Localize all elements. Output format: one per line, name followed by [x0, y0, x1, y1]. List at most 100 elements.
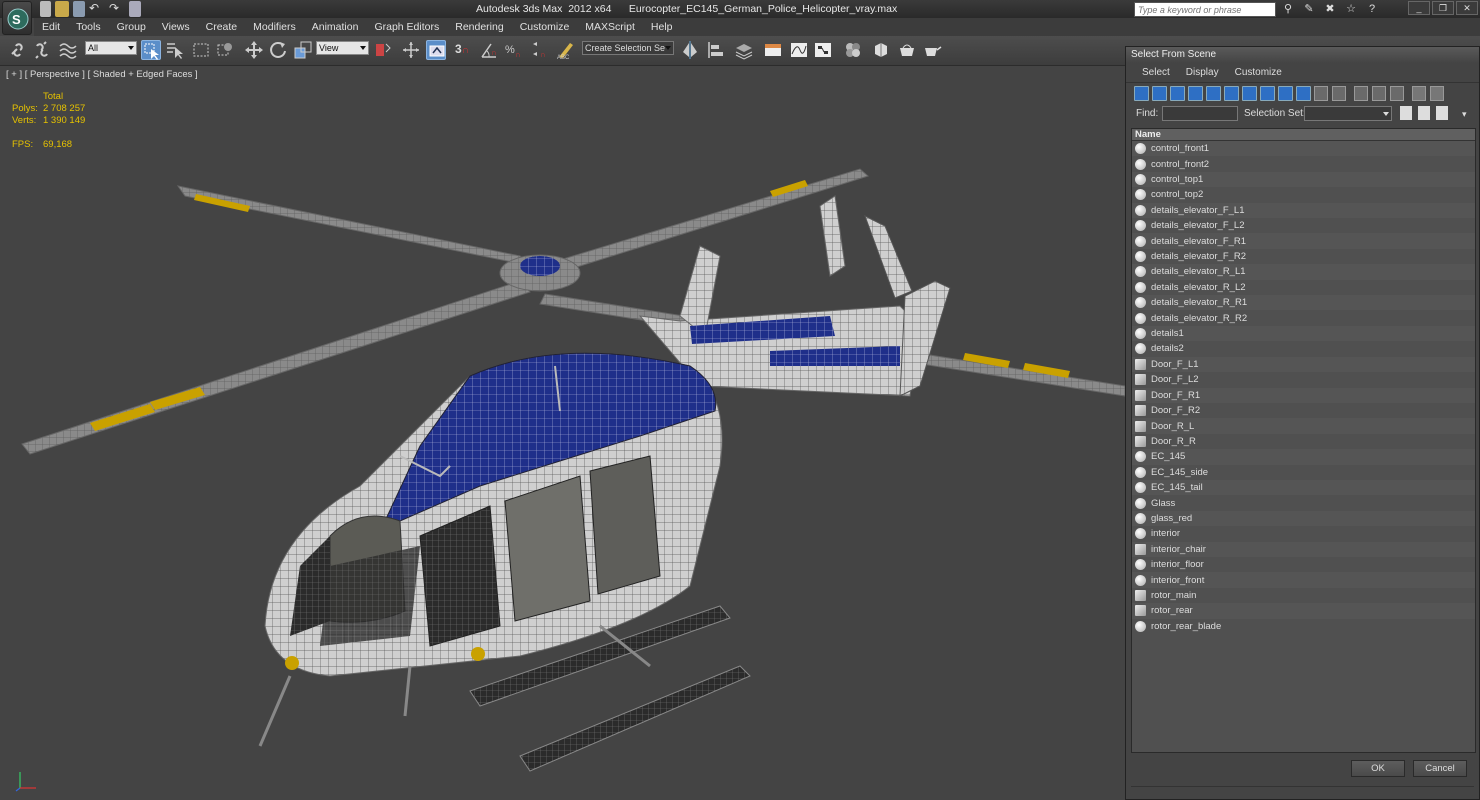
bind-space-warp-icon[interactable]: [58, 40, 78, 60]
selection-filter-dropdown[interactable]: All: [85, 41, 137, 55]
menu-create[interactable]: Create: [198, 21, 246, 33]
ribbon-toggle-icon[interactable]: [763, 40, 783, 60]
list-item[interactable]: Door_F_R2: [1132, 403, 1475, 418]
close-icon[interactable]: ✕: [1456, 1, 1478, 15]
list-item[interactable]: details_elevator_F_R2: [1132, 249, 1475, 264]
window-crossing-icon[interactable]: [215, 40, 235, 60]
list-item[interactable]: details_elevator_F_L1: [1132, 202, 1475, 219]
search-icon[interactable]: ⚲: [1280, 2, 1296, 16]
list-item[interactable]: Door_F_L1: [1132, 356, 1475, 373]
restore-icon[interactable]: ❐: [1432, 1, 1454, 15]
schematic-view-icon[interactable]: [813, 40, 833, 60]
list-item[interactable]: EC_145: [1132, 449, 1475, 465]
list-item[interactable]: control_top1: [1132, 171, 1475, 188]
delete-selection-set-icon[interactable]: [1436, 106, 1448, 120]
select-none-icon[interactable]: [1372, 86, 1386, 101]
menu-animation[interactable]: Animation: [304, 21, 367, 33]
display-bones-icon[interactable]: [1278, 86, 1293, 101]
list-item[interactable]: rotor_rear_blade: [1132, 619, 1475, 634]
search-box[interactable]: [1134, 2, 1276, 17]
display-frozen-icon[interactable]: [1314, 86, 1328, 101]
list-item[interactable]: Door_F_R1: [1132, 387, 1475, 403]
list-item[interactable]: control_front1: [1132, 141, 1475, 157]
list-item[interactable]: details_elevator_R_L2: [1132, 280, 1475, 295]
display-cameras-icon[interactable]: [1188, 86, 1203, 101]
display-lights-icon[interactable]: [1170, 86, 1185, 101]
list-item[interactable]: interior_floor: [1132, 557, 1475, 572]
find-input[interactable]: [1162, 106, 1238, 121]
help-icon[interactable]: ?: [1364, 2, 1380, 16]
perspective-viewport[interactable]: [ + ] [ Perspective ] [ Shaded + Edged F…: [0, 66, 1125, 800]
redo-icon[interactable]: ↷: [109, 1, 125, 17]
list-item[interactable]: EC_145_tail: [1132, 479, 1475, 496]
pivot-center-icon[interactable]: [373, 40, 393, 60]
unlink-icon[interactable]: [32, 40, 52, 60]
mirror-icon[interactable]: [680, 40, 700, 60]
viewport-label[interactable]: [ + ] [ Perspective ] [ Shaded + Edged F…: [6, 69, 198, 80]
filter-funnel-icon[interactable]: [1412, 86, 1426, 101]
percent-snap-icon[interactable]: % ∩: [504, 40, 524, 60]
edit-named-selection-icon[interactable]: ABC: [556, 40, 576, 61]
display-helpers-icon[interactable]: [1206, 86, 1221, 101]
named-selection-set-dropdown[interactable]: Create Selection Se: [582, 41, 674, 55]
helicopter-wireframe-model[interactable]: [0, 66, 1125, 800]
layer-manager-icon[interactable]: [734, 40, 754, 60]
list-item[interactable]: details_elevator_F_L2: [1132, 218, 1475, 233]
search-input[interactable]: [1135, 3, 1275, 16]
select-and-manipulate-icon[interactable]: [401, 40, 421, 60]
minimize-icon[interactable]: _: [1408, 1, 1430, 15]
link-icon[interactable]: [8, 40, 28, 60]
tools-icon[interactable]: ✖: [1322, 2, 1338, 16]
menu-rendering[interactable]: Rendering: [447, 21, 511, 33]
render-production-icon[interactable]: [922, 40, 942, 60]
list-item[interactable]: Door_R_R: [1132, 434, 1475, 449]
key-icon[interactable]: ✎: [1301, 2, 1317, 16]
select-by-name-icon[interactable]: [165, 40, 185, 60]
angle-snap-icon[interactable]: ∩: [479, 40, 499, 60]
menu-help[interactable]: Help: [643, 21, 681, 33]
list-item[interactable]: interior: [1132, 526, 1475, 541]
material-editor-icon[interactable]: [843, 40, 863, 60]
rendered-frame-window-icon[interactable]: [897, 40, 917, 60]
display-shapes-icon[interactable]: [1152, 86, 1167, 101]
display-containers-icon[interactable]: [1296, 86, 1311, 101]
list-item[interactable]: EC_145_side: [1132, 465, 1475, 480]
display-xrefs-icon[interactable]: [1260, 86, 1275, 101]
list-item[interactable]: rotor_main: [1132, 588, 1475, 603]
column-header-name[interactable]: Name: [1132, 129, 1475, 141]
list-item[interactable]: details2: [1132, 341, 1475, 356]
cancel-button[interactable]: Cancel: [1413, 760, 1467, 777]
select-all-icon[interactable]: [1354, 86, 1368, 101]
display-hidden-icon[interactable]: [1332, 86, 1346, 101]
list-item[interactable]: Door_F_L2: [1132, 372, 1475, 387]
scene-object-list[interactable]: Name control_front1 control_front2 control…: [1131, 128, 1476, 753]
dialog-menu-display[interactable]: Display: [1178, 67, 1227, 78]
spinner-snap-icon[interactable]: ∩: [529, 40, 549, 60]
keyboard-shortcut-override-icon[interactable]: [426, 40, 446, 60]
reference-coordinate-dropdown[interactable]: View: [316, 41, 369, 55]
list-item[interactable]: details1: [1132, 325, 1475, 342]
list-item[interactable]: details_elevator_R_L1: [1132, 264, 1475, 280]
sort-list-icon[interactable]: [1430, 86, 1444, 101]
render-setup-icon[interactable]: [872, 40, 892, 60]
menu-modifiers[interactable]: Modifiers: [245, 21, 304, 33]
list-item[interactable]: interior_chair: [1132, 541, 1475, 557]
ok-button[interactable]: OK: [1351, 760, 1405, 777]
dialog-menu-select[interactable]: Select: [1134, 67, 1178, 78]
undo-icon[interactable]: ↶: [89, 1, 105, 17]
project-folder-icon[interactable]: [129, 1, 141, 17]
list-item[interactable]: details_elevator_F_R1: [1132, 233, 1475, 249]
list-item[interactable]: control_top2: [1132, 187, 1475, 202]
list-item[interactable]: details_elevator_R_R1: [1132, 295, 1475, 311]
list-item[interactable]: glass_red: [1132, 510, 1475, 527]
menu-maxscript[interactable]: MAXScript: [577, 21, 643, 33]
menu-edit[interactable]: Edit: [34, 21, 68, 33]
list-item[interactable]: details_elevator_R_R2: [1132, 310, 1475, 325]
select-object-icon[interactable]: [141, 40, 161, 60]
open-file-icon[interactable]: [55, 1, 69, 17]
rectangle-selection-icon[interactable]: [191, 40, 211, 60]
menu-tools[interactable]: Tools: [68, 21, 109, 33]
menu-views[interactable]: Views: [154, 21, 198, 33]
save-file-icon[interactable]: [73, 1, 85, 17]
dialog-menu-customize[interactable]: Customize: [1227, 67, 1290, 78]
